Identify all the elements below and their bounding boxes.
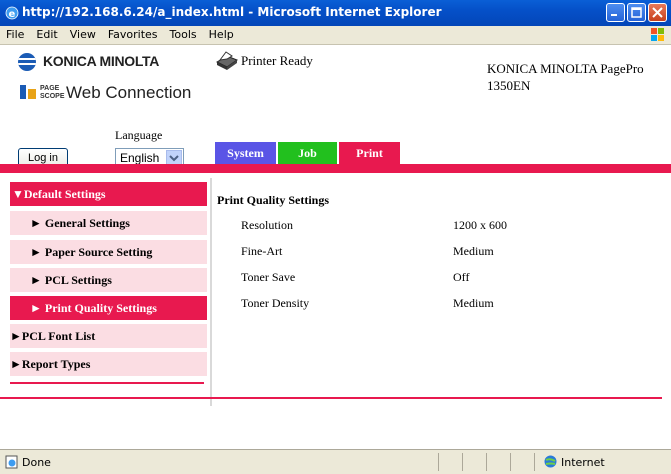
menu-view[interactable]: View: [64, 26, 102, 41]
pagescope-line1: PAGE: [40, 85, 60, 92]
window-title-bar[interactable]: e http://192.168.6.24/a_index.html - Mic…: [0, 0, 671, 26]
pagescope-icon: [20, 85, 36, 99]
sidebar-item-pcl-settings[interactable]: ► PCL Settings: [10, 268, 207, 292]
language-value: English: [120, 151, 160, 165]
resolution-label: Resolution: [241, 218, 294, 232]
tab-print[interactable]: Print: [339, 142, 400, 165]
menu-bar: File Edit View Favorites Tools Help: [0, 26, 671, 45]
language-label: Language: [115, 128, 163, 142]
fine-art-value: Medium: [453, 244, 494, 258]
header-divider: [0, 164, 671, 173]
sidebar-item-general-settings[interactable]: ► General Settings: [10, 211, 207, 235]
internet-explorer-icon: e: [5, 6, 19, 20]
brand-name: KONICA MINOLTA: [43, 53, 160, 69]
content-bottom-rule: [0, 397, 662, 399]
maximize-button[interactable]: [627, 3, 646, 22]
sidebar-item-print-quality-settings[interactable]: ► Print Quality Settings: [10, 296, 207, 320]
toner-density-label: Toner Density: [241, 296, 310, 310]
close-icon: [652, 7, 663, 18]
tab-job[interactable]: Job: [278, 142, 337, 165]
sidebar-divider: [210, 178, 212, 406]
maximize-icon: [631, 7, 642, 18]
printer-model: KONICA MINOLTA PagePro 1350EN: [487, 60, 644, 94]
fine-art-label: Fine-Art: [241, 244, 283, 258]
toner-save-value: Off: [453, 270, 470, 284]
close-button[interactable]: [648, 3, 667, 22]
svg-text:e: e: [9, 9, 16, 20]
window-title: http://192.168.6.24/a_index.html - Micro…: [22, 5, 442, 19]
sidebar-item-pcl-font-list[interactable]: ►PCL Font List: [10, 324, 207, 348]
page-done-icon: [5, 455, 18, 469]
zone-text: Internet: [561, 456, 605, 469]
resolution-value: 1200 x 600: [453, 218, 507, 232]
menu-favorites[interactable]: Favorites: [102, 26, 164, 41]
globe-logo-icon: [18, 53, 36, 71]
menu-help[interactable]: Help: [203, 26, 240, 41]
status-text: Done: [22, 456, 51, 469]
status-bar: Done Internet: [0, 449, 671, 474]
toner-save-label: Toner Save: [241, 270, 296, 284]
page-title: Print Quality Settings: [217, 193, 330, 207]
sidebar-bottom-rule: [10, 382, 204, 384]
sidebar-item-report-types[interactable]: ►Report Types: [10, 352, 207, 376]
menu-file[interactable]: File: [0, 26, 30, 41]
minimize-icon: [611, 14, 617, 16]
model-line2: 1350EN: [487, 78, 531, 93]
toner-density-value: Medium: [453, 296, 494, 310]
tab-system[interactable]: System: [215, 142, 276, 165]
page-content: KONICA MINOLTA PAGE SCOPE Web Connection …: [0, 45, 671, 448]
menu-edit[interactable]: Edit: [30, 26, 63, 41]
internet-zone-icon: [544, 455, 557, 468]
pagescope-line2: SCOPE: [40, 93, 65, 100]
printer-status-text: Printer Ready: [241, 53, 313, 68]
minimize-button[interactable]: [606, 3, 625, 22]
printer-icon: [215, 51, 239, 70]
sidebar-item-paper-source-setting[interactable]: ► Paper Source Setting: [10, 240, 207, 264]
windows-logo-icon: [651, 28, 664, 41]
web-connection-label: Web Connection: [66, 83, 192, 102]
menu-tools[interactable]: Tools: [164, 26, 203, 41]
model-line1: KONICA MINOLTA PagePro: [487, 61, 644, 76]
sidebar-item-default-settings[interactable]: ▼Default Settings: [10, 182, 207, 206]
